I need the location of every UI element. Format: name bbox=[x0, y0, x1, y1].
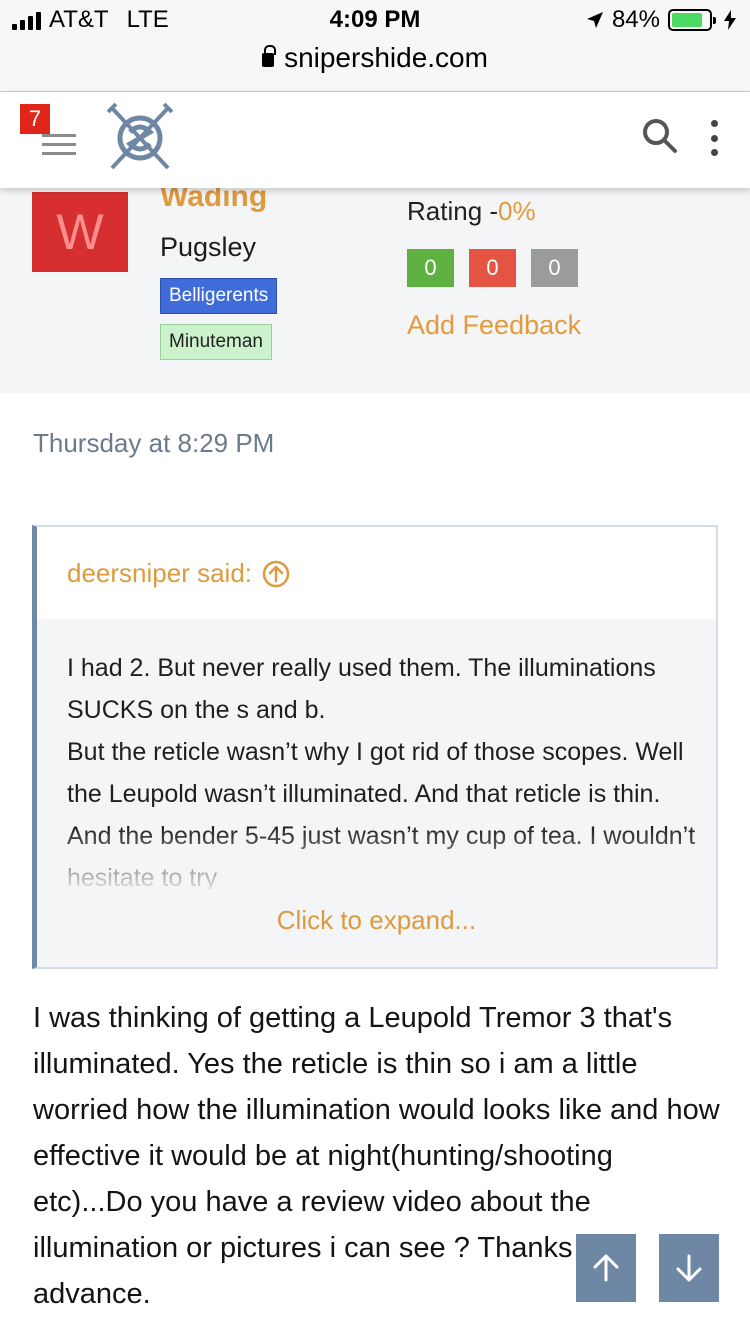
battery-icon bbox=[668, 9, 716, 31]
arrow-down-icon bbox=[676, 1254, 702, 1282]
scroll-down-button[interactable] bbox=[659, 1234, 719, 1302]
notification-badge: 7 bbox=[20, 104, 50, 134]
banner-belligerents: Belligerents bbox=[160, 278, 278, 314]
quote-author-link[interactable]: deersniper said: bbox=[67, 558, 290, 589]
bolt-icon bbox=[724, 10, 736, 30]
quote-fade bbox=[37, 827, 716, 897]
user-info-panel: W Wading Pugsley Belligerents Minuteman … bbox=[0, 180, 750, 393]
positive-feedback-count[interactable]: 0 bbox=[407, 249, 454, 287]
hamburger-icon bbox=[42, 134, 76, 161]
rating: Rating -0% bbox=[407, 196, 536, 227]
location-arrow-icon bbox=[586, 12, 603, 28]
scroll-up-button[interactable] bbox=[576, 1234, 636, 1302]
status-right: 84% bbox=[586, 6, 736, 34]
ios-chrome: AT&T LTE 4:09 PM 84% snipershide.com bbox=[0, 0, 750, 92]
battery-level bbox=[672, 13, 703, 27]
status-bar: AT&T LTE 4:09 PM 84% bbox=[0, 0, 750, 40]
arrow-up-circle-icon[interactable] bbox=[262, 560, 290, 588]
menu-button[interactable]: 7 bbox=[20, 104, 80, 174]
quote-header: deersniper said: bbox=[37, 527, 716, 619]
post-date[interactable]: Thursday at 8:29 PM bbox=[33, 428, 274, 459]
search-icon[interactable] bbox=[642, 118, 678, 154]
url-text: snipershide.com bbox=[284, 42, 488, 73]
add-feedback-link[interactable]: Add Feedback bbox=[407, 310, 581, 341]
avatar[interactable]: W bbox=[32, 192, 128, 272]
arrow-up-icon bbox=[593, 1254, 619, 1282]
site-header: 7 bbox=[0, 92, 750, 188]
quote-author: deersniper said: bbox=[67, 558, 252, 588]
neutral-feedback-count[interactable]: 0 bbox=[531, 249, 578, 287]
banner-minuteman: Minuteman bbox=[160, 324, 272, 360]
kebab-menu-icon[interactable] bbox=[708, 120, 720, 156]
click-to-expand-link[interactable]: Click to expand... bbox=[37, 905, 716, 936]
address-bar[interactable]: snipershide.com bbox=[0, 42, 750, 74]
rating-value: 0% bbox=[498, 196, 536, 226]
quote-block: deersniper said: I had 2. But never real… bbox=[32, 525, 718, 969]
site-logo[interactable] bbox=[106, 102, 174, 174]
negative-feedback-count[interactable]: 0 bbox=[469, 249, 516, 287]
rating-label: Rating - bbox=[407, 196, 499, 226]
feedback-counts: 0 0 0 bbox=[407, 249, 578, 287]
battery-percent: 84% bbox=[611, 6, 660, 33]
lock-icon bbox=[262, 45, 277, 67]
user-title: Pugsley bbox=[160, 232, 257, 262]
